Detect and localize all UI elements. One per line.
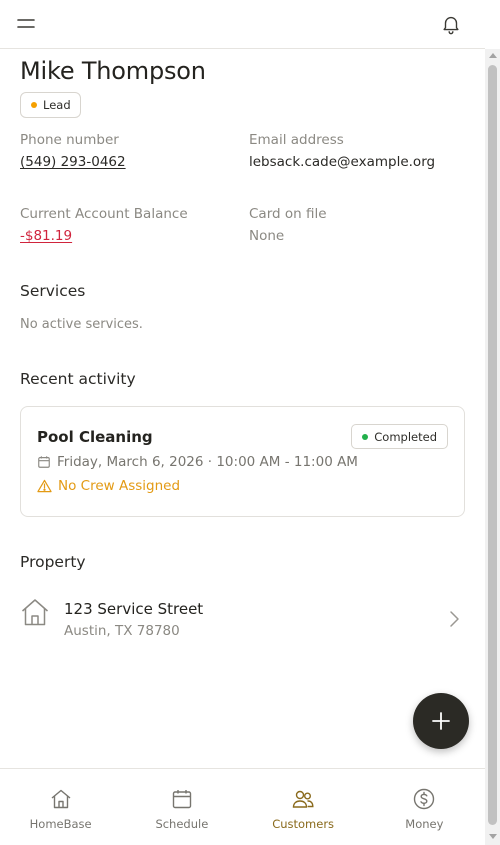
hamburger-icon <box>17 19 35 28</box>
balance-link[interactable]: -$81.19 <box>20 228 72 244</box>
nav-item-schedule[interactable]: Schedule <box>121 769 242 845</box>
customer-name: Mike Thompson <box>20 57 206 85</box>
phone-label: Phone number <box>20 132 119 148</box>
property-row[interactable]: 123 Service Street Austin, TX 78780 <box>20 589 465 649</box>
add-fab-button[interactable] <box>413 693 469 749</box>
top-bar <box>0 0 485 49</box>
recent-activity-title: Recent activity <box>20 370 136 388</box>
services-empty-text: No active services. <box>20 317 143 332</box>
menu-button[interactable] <box>17 15 37 33</box>
activity-datetime: Friday, March 6, 2026 · 10:00 AM - 11:00… <box>57 454 358 470</box>
property-street: 123 Service Street <box>64 600 204 618</box>
users-icon <box>292 790 314 808</box>
activity-status-badge: Completed <box>351 424 448 449</box>
nav-label-money: Money <box>405 817 444 831</box>
card-label: Card on file <box>249 206 327 222</box>
status-dot-icon <box>31 102 37 108</box>
nav-label-customers: Customers <box>272 817 335 831</box>
scrollbar-thumb[interactable] <box>488 65 497 825</box>
email-value: lebsack.cade@example.org <box>249 154 436 170</box>
app-root: Mike Thompson Lead Phone number (549) 29… <box>0 0 500 845</box>
notifications-button[interactable] <box>440 13 462 35</box>
dollar-circle-icon <box>414 788 435 810</box>
status-badge: Lead <box>20 92 81 118</box>
house-icon <box>22 599 48 626</box>
calendar-icon <box>38 456 50 468</box>
scroll-down-arrow-icon[interactable] <box>489 834 497 839</box>
property-city: Austin, TX 78780 <box>64 623 180 639</box>
nav-item-customers[interactable]: Customers <box>243 769 364 845</box>
bell-icon <box>443 16 459 35</box>
activity-card[interactable]: Pool Cleaning Completed Friday, March 6,… <box>20 406 465 517</box>
bottom-nav: HomeBase Schedule Customers Money <box>0 768 485 845</box>
nav-item-money[interactable]: Money <box>364 769 485 845</box>
activity-warning: No Crew Assigned <box>58 478 181 494</box>
property-title: Property <box>20 553 86 571</box>
page-scrollbar[interactable] <box>485 49 500 845</box>
home-icon <box>51 789 71 809</box>
phone-link[interactable]: (549) 293-0462 <box>20 154 126 170</box>
services-title: Services <box>20 282 86 300</box>
activity-status-label: Completed <box>374 429 437 444</box>
balance-label: Current Account Balance <box>20 206 188 222</box>
plus-icon <box>432 712 450 730</box>
email-label: Email address <box>249 132 344 148</box>
status-dot-icon <box>362 433 369 440</box>
nav-item-homebase[interactable]: HomeBase <box>0 769 121 845</box>
nav-label-schedule: Schedule <box>155 817 209 831</box>
warning-triangle-icon <box>37 479 52 493</box>
activity-title: Pool Cleaning <box>37 428 153 446</box>
calendar-icon <box>172 790 192 809</box>
status-badge-label: Lead <box>43 98 71 112</box>
activity-datetime-row: Friday, March 6, 2026 · 10:00 AM - 11:00… <box>37 454 358 470</box>
chevron-right-icon <box>450 611 459 627</box>
nav-label-homebase: HomeBase <box>29 817 92 831</box>
scroll-up-arrow-icon[interactable] <box>489 53 497 58</box>
card-value: None <box>249 228 285 244</box>
activity-warning-row: No Crew Assigned <box>37 478 180 494</box>
